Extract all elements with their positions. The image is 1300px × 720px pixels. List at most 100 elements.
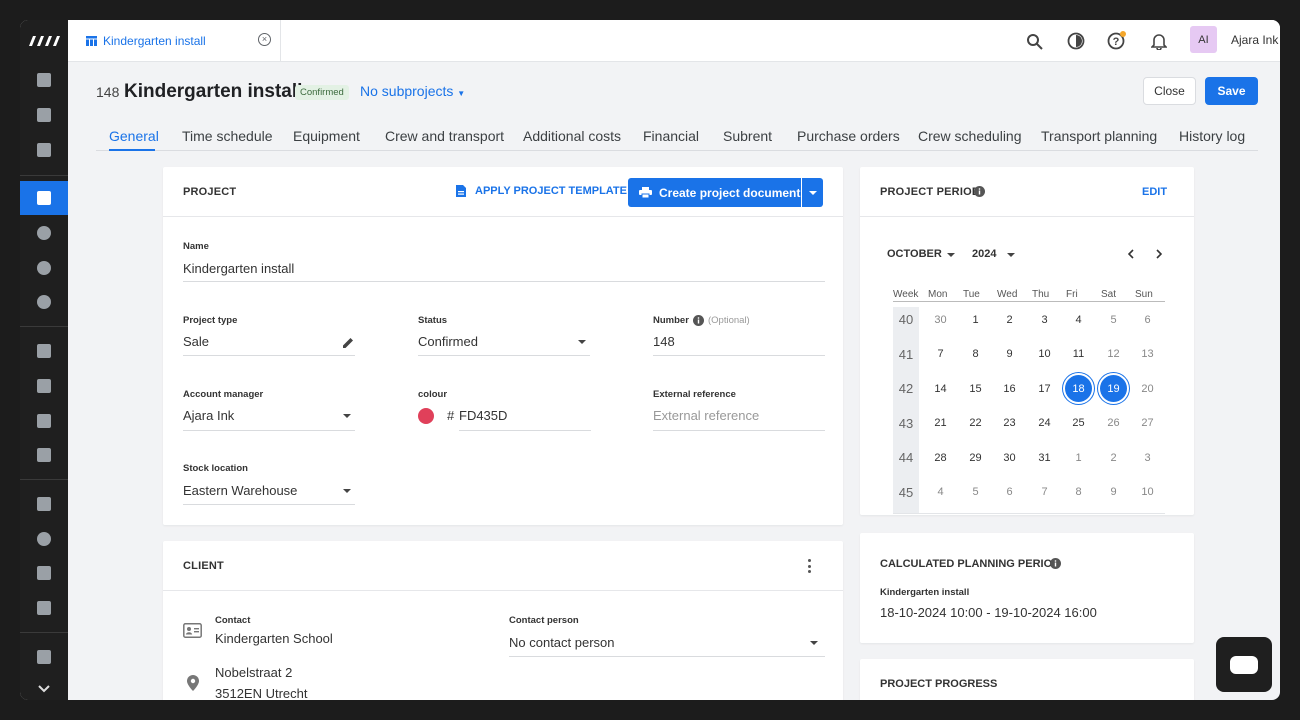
- equipment-icon[interactable]: [20, 334, 68, 368]
- project-type-value[interactable]: Sale: [183, 334, 209, 349]
- planning-icon[interactable]: [20, 251, 68, 285]
- close-button[interactable]: Close: [1143, 77, 1196, 105]
- calendar-day[interactable]: 12: [1100, 341, 1127, 368]
- calendar-day[interactable]: 25: [1065, 410, 1092, 437]
- create-document-button[interactable]: Create project document: [628, 178, 801, 207]
- avatar[interactable]: AI: [1190, 26, 1217, 53]
- tab-transport-planning[interactable]: Transport planning: [1041, 128, 1157, 144]
- tasks-icon[interactable]: [20, 487, 68, 521]
- calendar-day[interactable]: 18: [1065, 375, 1092, 402]
- chevron-down-icon[interactable]: [20, 672, 68, 700]
- calendar-day[interactable]: 15: [962, 375, 989, 402]
- calendar-day[interactable]: 19: [1100, 375, 1127, 402]
- colour-input[interactable]: FD435D: [459, 408, 507, 423]
- help-icon[interactable]: ?: [1107, 31, 1127, 51]
- stock-location-select[interactable]: Eastern Warehouse: [183, 483, 297, 498]
- calendar-day[interactable]: 6: [1134, 306, 1161, 333]
- calendar-day[interactable]: 9: [996, 341, 1023, 368]
- status-select[interactable]: Confirmed: [418, 334, 478, 349]
- crew-icon[interactable]: [20, 404, 68, 438]
- contact-value[interactable]: Kindergarten School: [215, 631, 333, 646]
- calendar-day[interactable]: 7: [1031, 479, 1058, 506]
- year-select[interactable]: 2024: [972, 248, 996, 260]
- clock-icon[interactable]: [20, 522, 68, 556]
- calendar-day[interactable]: 30: [996, 444, 1023, 471]
- wrench-icon[interactable]: [20, 556, 68, 590]
- external-reference-input[interactable]: External reference: [653, 408, 759, 423]
- tab-time-schedule[interactable]: Time schedule: [182, 128, 273, 144]
- tab-history-log[interactable]: History log: [1179, 128, 1245, 144]
- calendar-day[interactable]: 26: [1100, 410, 1127, 437]
- calendar-day[interactable]: 21: [927, 410, 954, 437]
- calendar-day[interactable]: 28: [927, 444, 954, 471]
- id-card-icon[interactable]: [20, 369, 68, 403]
- tab-financial[interactable]: Financial: [643, 128, 699, 144]
- calendar-day[interactable]: 10: [1134, 479, 1161, 506]
- calendar-day[interactable]: 23: [996, 410, 1023, 437]
- open-tab[interactable]: Kindergarten install: [68, 20, 281, 62]
- calendar-day[interactable]: 3: [1134, 444, 1161, 471]
- chevron-right-icon[interactable]: [1156, 249, 1162, 259]
- calendar-day[interactable]: 9: [1100, 479, 1127, 506]
- tab-crew-scheduling[interactable]: Crew scheduling: [918, 128, 1022, 144]
- calendar-day[interactable]: 5: [962, 479, 989, 506]
- calendar-day[interactable]: 31: [1031, 444, 1058, 471]
- chat-widget-button[interactable]: [1216, 637, 1272, 692]
- finance-icon[interactable]: [20, 285, 68, 319]
- bell-icon[interactable]: [1149, 31, 1169, 51]
- close-tab-icon[interactable]: ×: [258, 33, 271, 46]
- calendar-day[interactable]: 20: [1134, 375, 1161, 402]
- calendar-day[interactable]: 17: [1031, 375, 1058, 402]
- theme-icon[interactable]: [1066, 31, 1086, 51]
- calendar-day[interactable]: 4: [1065, 306, 1092, 333]
- calendar-day[interactable]: 27: [1134, 410, 1161, 437]
- calendar-day[interactable]: 4: [927, 479, 954, 506]
- calendar-day[interactable]: 13: [1134, 341, 1161, 368]
- calendar-day[interactable]: 5: [1100, 306, 1127, 333]
- calendar-day[interactable]: 10: [1031, 341, 1058, 368]
- calendar-day[interactable]: 22: [962, 410, 989, 437]
- calendar-day[interactable]: 16: [996, 375, 1023, 402]
- dashboard-icon[interactable]: [20, 63, 68, 97]
- calendar-icon[interactable]: [20, 98, 68, 132]
- calendar-day[interactable]: 8: [1065, 479, 1092, 506]
- contact-person-select[interactable]: No contact person: [509, 635, 615, 650]
- calendar-day[interactable]: 3: [1031, 306, 1058, 333]
- calendar-day[interactable]: 8: [962, 341, 989, 368]
- calendar-day[interactable]: 1: [962, 306, 989, 333]
- calendar-day[interactable]: 11: [1065, 341, 1092, 368]
- number-input[interactable]: 148: [653, 334, 675, 349]
- month-select[interactable]: OCTOBER: [887, 248, 942, 260]
- projects-icon[interactable]: [20, 181, 68, 215]
- calendar-day[interactable]: 24: [1031, 410, 1058, 437]
- calendar-day[interactable]: 30: [927, 306, 954, 333]
- calendar-day[interactable]: 29: [962, 444, 989, 471]
- tab-crew-and-transport[interactable]: Crew and transport: [385, 128, 504, 144]
- contacts-icon[interactable]: [20, 216, 68, 250]
- name-input[interactable]: Kindergarten install: [183, 261, 294, 276]
- tab-purchase-orders[interactable]: Purchase orders: [797, 128, 900, 144]
- edit-period-button[interactable]: EDIT: [1142, 186, 1167, 198]
- warehouse-icon[interactable]: [20, 133, 68, 167]
- search-icon[interactable]: [1024, 31, 1044, 51]
- calendar-day[interactable]: 6: [996, 479, 1023, 506]
- apply-template-button[interactable]: APPLY PROJECT TEMPLATE: [456, 185, 627, 197]
- reports-icon[interactable]: [20, 591, 68, 625]
- tab-equipment[interactable]: Equipment: [293, 128, 360, 144]
- colour-swatch[interactable]: [418, 408, 434, 424]
- app-logo[interactable]: [20, 20, 68, 62]
- calendar-day[interactable]: 1: [1065, 444, 1092, 471]
- pencil-icon[interactable]: [343, 337, 354, 348]
- more-options-icon[interactable]: [808, 559, 812, 573]
- truck-icon[interactable]: [20, 438, 68, 472]
- tab-subrent[interactable]: Subrent: [723, 128, 772, 144]
- save-button[interactable]: Save: [1205, 77, 1258, 105]
- subprojects-dropdown[interactable]: No subprojects ▼: [360, 83, 465, 99]
- chat-icon[interactable]: [20, 640, 68, 674]
- calendar-day[interactable]: 2: [1100, 444, 1127, 471]
- calendar-day[interactable]: 7: [927, 341, 954, 368]
- calendar-day[interactable]: 2: [996, 306, 1023, 333]
- chevron-left-icon[interactable]: [1128, 249, 1134, 259]
- tab-general[interactable]: General: [109, 128, 159, 144]
- user-name[interactable]: Ajara Ink: [1231, 33, 1278, 47]
